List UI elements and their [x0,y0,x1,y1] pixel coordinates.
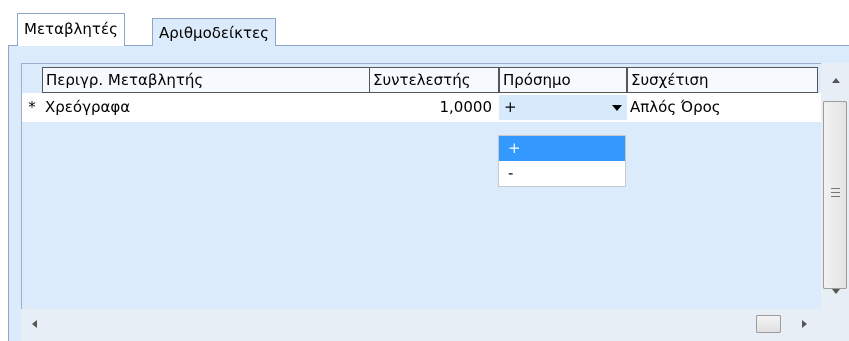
scroll-left-button[interactable] [21,309,49,337]
grid-header-row: Περιγρ. Μεταβλητής Συντελεστής Πρόσημο Σ… [22,65,822,93]
tab-variables[interactable]: Μεταβλητές [17,13,125,46]
sign-dropdown-list: + - [498,135,626,187]
row-indicator: * [22,93,42,122]
column-header-sign[interactable]: Πρόσημο [499,67,627,93]
sign-select[interactable]: + [499,95,627,120]
scroll-up-button[interactable] [821,67,849,95]
dropdown-arrow-icon[interactable] [612,105,622,111]
grip-line [831,188,840,189]
cell-relation[interactable]: Απλός Όρος [627,93,818,122]
grip-line [831,192,840,193]
cell-coefficient[interactable]: 1,0000 [369,93,499,122]
variables-grid: Περιγρ. Μεταβλητής Συντελεστής Πρόσημο Σ… [21,63,849,327]
horizontal-scrollbar[interactable] [21,309,849,341]
scroll-right-button[interactable] [791,309,819,337]
tab-indices[interactable]: Αριθμοδείκτες [152,18,276,46]
scroll-right-icon [802,320,807,328]
column-header-relation[interactable]: Συσχέτιση [627,67,818,93]
scroll-up-icon [832,78,840,83]
scroll-down-button[interactable] [821,278,849,306]
scroll-left-icon [32,320,37,328]
vertical-scrollbar[interactable] [821,63,849,309]
scroll-down-icon [832,289,840,294]
tab-strip: Μεταβλητές Αριθμοδείκτες [0,0,849,49]
column-header-coefficient[interactable]: Συντελεστής [369,67,499,93]
grip-line [831,196,840,197]
cell-description[interactable]: Χρεόγραφα [42,93,369,122]
horizontal-scroll-thumb[interactable] [756,315,781,333]
table-row[interactable]: * Χρεόγραφα 1,0000 + Απλός Όρος [22,93,822,122]
sign-option-plus[interactable]: + [499,136,625,161]
vertical-scroll-thumb[interactable] [823,101,847,289]
sign-select-value: + [504,98,517,116]
sign-option-minus[interactable]: - [499,161,625,186]
column-header-description[interactable]: Περιγρ. Μεταβλητής [42,67,391,93]
